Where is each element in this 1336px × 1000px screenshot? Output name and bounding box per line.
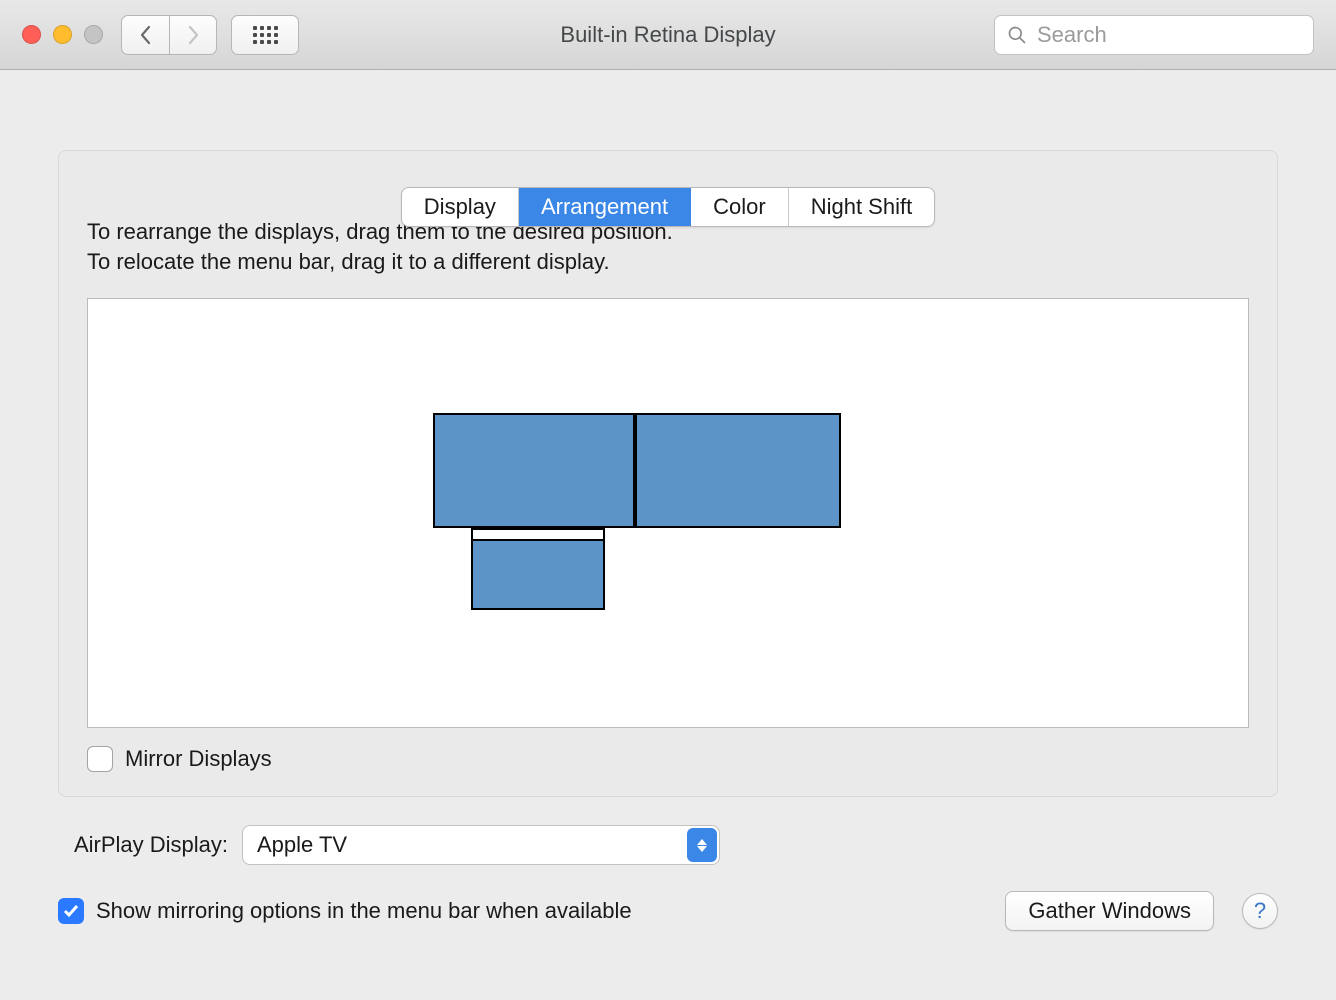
search-input[interactable]: Search: [994, 15, 1314, 55]
mirror-displays-checkbox[interactable]: [87, 746, 113, 772]
tab-bar: Display Arrangement Color Night Shift: [401, 187, 935, 227]
help-button[interactable]: ?: [1242, 893, 1278, 929]
arrangement-panel: To rearrange the displays, drag them to …: [58, 150, 1278, 797]
back-button[interactable]: [121, 15, 169, 55]
check-icon: [63, 903, 79, 919]
tab-night-shift[interactable]: Night Shift: [789, 188, 935, 226]
traffic-lights: [22, 25, 103, 44]
airplay-label: AirPlay Display:: [58, 832, 228, 858]
tab-arrangement[interactable]: Arrangement: [519, 188, 691, 226]
updown-icon: [687, 828, 717, 862]
tab-display[interactable]: Display: [402, 188, 519, 226]
bottom-row: Show mirroring options in the menu bar w…: [58, 891, 1278, 931]
display-rect-primary[interactable]: [471, 528, 605, 610]
minimize-icon[interactable]: [53, 25, 72, 44]
show-all-button[interactable]: [231, 15, 299, 55]
airplay-dropdown[interactable]: Apple TV: [242, 825, 720, 865]
maximize-icon: [84, 25, 103, 44]
mirror-displays-row: Mirror Displays: [87, 746, 1249, 772]
airplay-value: Apple TV: [257, 832, 347, 858]
grid-icon: [253, 26, 278, 44]
search-placeholder: Search: [1037, 22, 1107, 48]
display-rect[interactable]: [433, 413, 635, 528]
show-mirroring-label: Show mirroring options in the menu bar w…: [96, 898, 632, 924]
close-icon[interactable]: [22, 25, 41, 44]
menu-bar-indicator[interactable]: [473, 530, 603, 541]
chevron-right-icon: [186, 25, 200, 45]
arrangement-canvas[interactable]: [87, 298, 1249, 728]
display-rect[interactable]: [635, 413, 841, 528]
toolbar: Built-in Retina Display Search: [0, 0, 1336, 70]
nav-group: [121, 15, 217, 55]
chevron-left-icon: [139, 25, 153, 45]
tab-color[interactable]: Color: [691, 188, 789, 226]
forward-button: [169, 15, 217, 55]
search-icon: [1007, 25, 1027, 45]
instruction-line: To relocate the menu bar, drag it to a d…: [87, 247, 1249, 277]
gather-windows-button[interactable]: Gather Windows: [1005, 891, 1214, 931]
airplay-row: AirPlay Display: Apple TV: [58, 825, 1278, 865]
mirror-displays-label: Mirror Displays: [125, 746, 272, 772]
show-mirroring-checkbox[interactable]: [58, 898, 84, 924]
